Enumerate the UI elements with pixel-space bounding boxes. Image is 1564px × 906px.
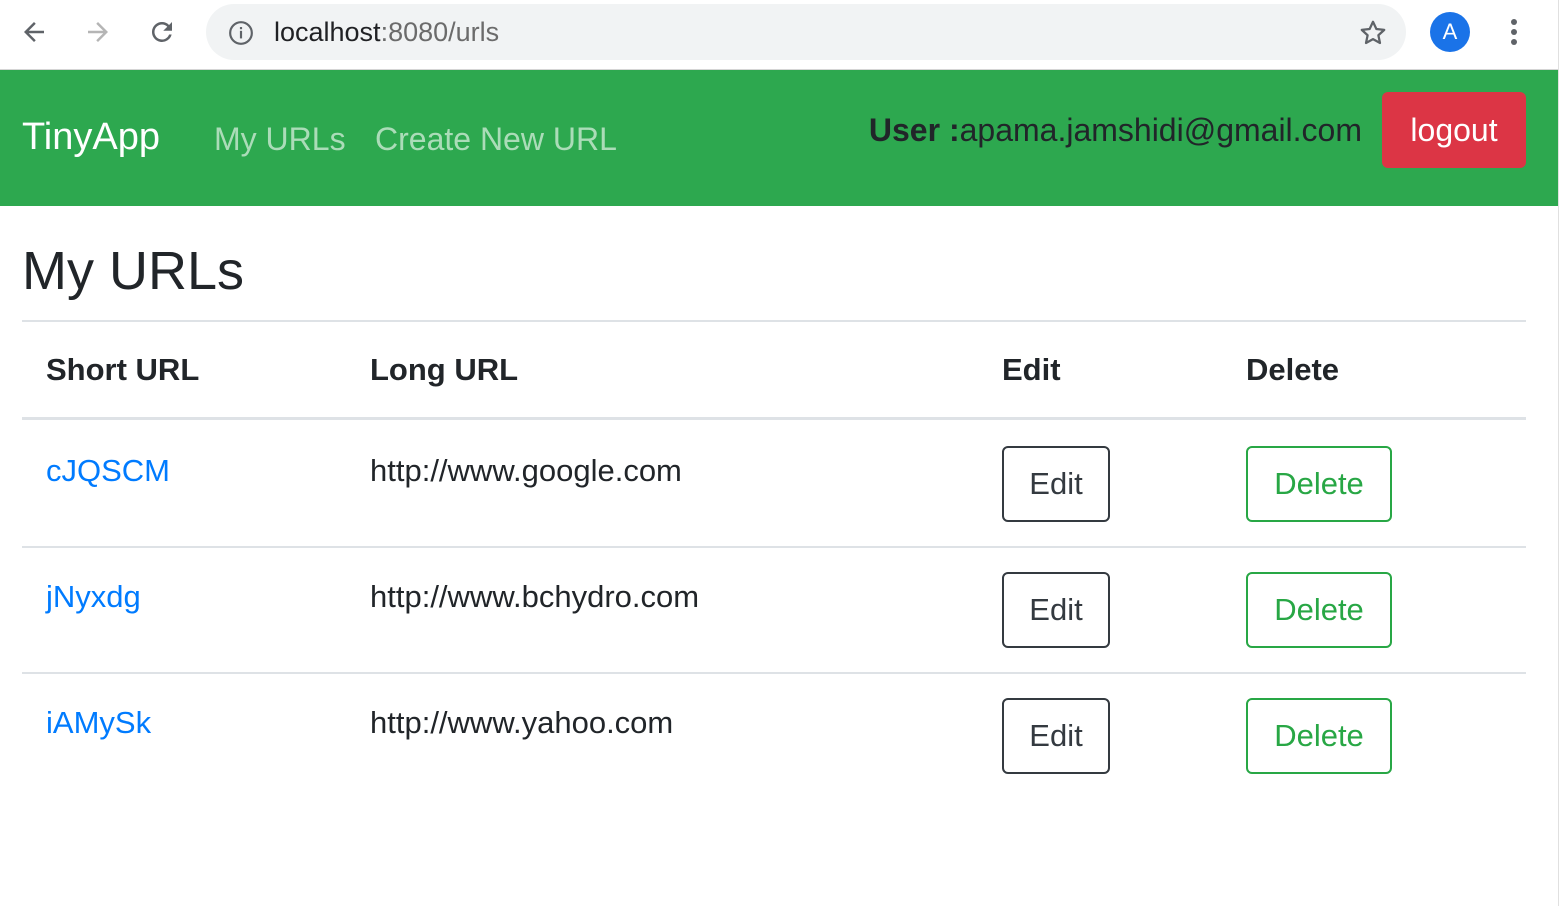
user-info: User :apama.jamshidi@gmail.com [869, 112, 1362, 149]
user-email: apama.jamshidi@gmail.com [959, 112, 1362, 148]
long-url-text: http://www.google.com [370, 453, 682, 488]
column-header-short-url: Short URL [46, 352, 200, 387]
browser-toolbar: localhost:8080/urls A [0, 0, 1564, 70]
reload-button[interactable] [142, 12, 182, 52]
bookmark-star-icon[interactable] [1358, 18, 1388, 53]
long-url-text: http://www.bchydro.com [370, 579, 700, 614]
title-divider [22, 320, 1526, 322]
forward-arrow-icon [88, 22, 108, 42]
edit-button[interactable]: Edit [1002, 698, 1110, 774]
app-navbar: TinyApp My URLs Create New URL User :apa… [0, 70, 1558, 206]
row-divider [22, 546, 1526, 548]
brand-link[interactable]: TinyApp [22, 116, 160, 159]
window-edge [1558, 0, 1564, 906]
delete-button[interactable]: Delete [1246, 572, 1392, 648]
profile-avatar[interactable]: A [1430, 12, 1470, 52]
page-title: My URLs [22, 241, 245, 301]
nav-my-urls[interactable]: My URLs [214, 121, 346, 158]
edit-button[interactable]: Edit [1002, 446, 1110, 522]
address-bar[interactable]: localhost:8080/urls [206, 4, 1406, 60]
info-icon[interactable] [228, 20, 254, 51]
url-text[interactable]: localhost:8080/urls [274, 17, 499, 48]
column-header-long-url: Long URL [370, 352, 519, 387]
header-divider [22, 417, 1526, 420]
column-header-edit: Edit [1002, 352, 1061, 387]
short-url-link[interactable]: jNyxdg [46, 579, 141, 615]
reload-icon [151, 21, 172, 42]
url-host: localhost [274, 17, 381, 47]
logout-button[interactable]: logout [1382, 92, 1526, 168]
column-header-delete: Delete [1246, 352, 1340, 387]
edit-button[interactable]: Edit [1002, 572, 1110, 648]
url-path: :8080/urls [380, 17, 500, 47]
short-url-link[interactable]: iAMySk [46, 705, 151, 741]
delete-button[interactable]: Delete [1246, 698, 1392, 774]
forward-button[interactable] [78, 12, 118, 52]
browser-menu-icon[interactable] [1500, 14, 1528, 50]
back-button[interactable] [14, 12, 54, 52]
short-url-link[interactable]: cJQSCM [46, 453, 170, 489]
delete-button[interactable]: Delete [1246, 446, 1392, 522]
back-arrow-icon [24, 22, 44, 42]
user-label: User : [868, 112, 960, 148]
row-divider [22, 672, 1526, 674]
nav-create-new-url[interactable]: Create New URL [375, 121, 617, 158]
long-url-text: http://www.yahoo.com [370, 705, 674, 740]
